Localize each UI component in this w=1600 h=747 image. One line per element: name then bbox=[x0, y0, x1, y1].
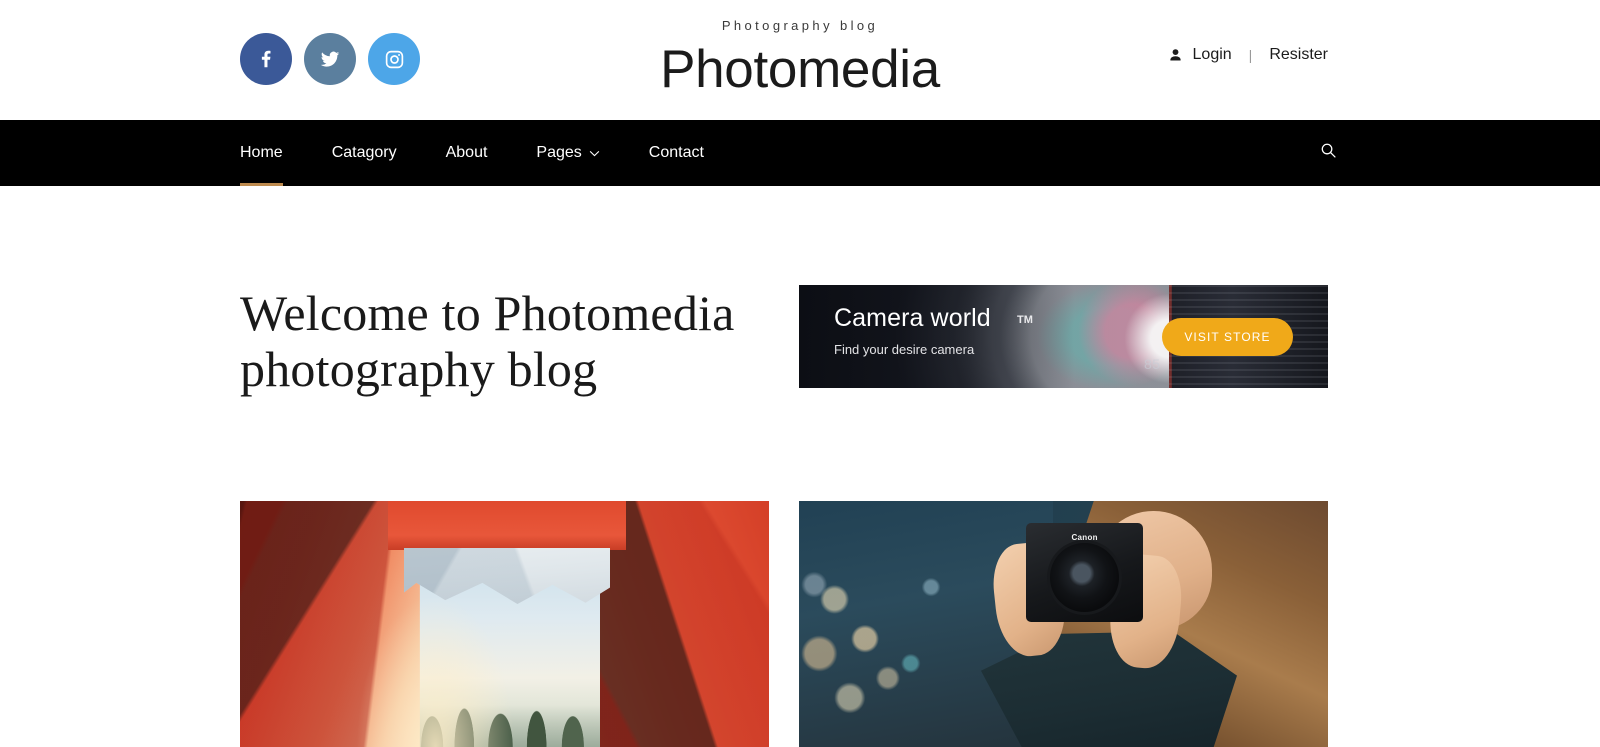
nav-item-list: Home Catagory About Pages Contact bbox=[240, 120, 753, 186]
search-icon bbox=[1320, 142, 1337, 164]
nav-item-catagory[interactable]: Catagory bbox=[332, 120, 397, 186]
main-navigation: Home Catagory About Pages Contact bbox=[0, 120, 1600, 186]
instagram-icon bbox=[384, 49, 405, 70]
nav-item-label: Home bbox=[240, 144, 283, 161]
photographer-camera-photo[interactable]: Canon bbox=[799, 501, 1328, 747]
ad-subtitle: Find your desire camera bbox=[834, 342, 975, 357]
hero-row: Welcome to Photomedia photography blog 8… bbox=[240, 285, 1328, 397]
social-links bbox=[240, 33, 420, 85]
tent-top-panel bbox=[388, 501, 627, 551]
nav-item-label: Contact bbox=[648, 144, 704, 161]
facebook-icon bbox=[255, 48, 277, 70]
nav-item-home[interactable]: Home bbox=[240, 120, 283, 186]
sun-glow bbox=[356, 594, 516, 747]
instagram-link[interactable] bbox=[368, 33, 420, 85]
nav-item-label: About bbox=[445, 144, 488, 161]
main-content: Welcome to Photomedia photography blog 8… bbox=[0, 186, 1600, 747]
nav-item-label: Pages bbox=[536, 144, 582, 161]
camera-world-ad-banner[interactable]: 85 Camera world Find your desire camera … bbox=[799, 285, 1328, 388]
site-tagline: Photography blog bbox=[721, 18, 879, 33]
chevron-down-icon bbox=[589, 150, 600, 157]
twitter-link[interactable] bbox=[304, 33, 356, 85]
site-title: Photomedia bbox=[660, 40, 940, 99]
nav-item-about[interactable]: About bbox=[446, 120, 488, 186]
visit-store-button[interactable]: VISIT STORE bbox=[1162, 317, 1293, 356]
login-link[interactable]: Login bbox=[1193, 46, 1232, 64]
twitter-icon bbox=[319, 48, 341, 70]
search-button[interactable] bbox=[1320, 120, 1337, 186]
trademark-symbol: TM bbox=[1017, 314, 1033, 326]
facebook-link[interactable] bbox=[240, 33, 292, 85]
lens-marking-label: 85 bbox=[1144, 356, 1161, 372]
camera-lens bbox=[1050, 542, 1120, 612]
site-header: Photography blog Photomedia Login | Resi… bbox=[0, 0, 1600, 120]
ad-text-block: Camera world Find your desire camera bbox=[834, 304, 991, 358]
camera-brand-label: Canon bbox=[1071, 533, 1098, 543]
tent-sunrise-photo[interactable] bbox=[240, 501, 769, 747]
register-link[interactable]: Resister bbox=[1269, 46, 1328, 64]
nav-item-pages[interactable]: Pages bbox=[536, 120, 600, 186]
nav-item-contact[interactable]: Contact bbox=[649, 120, 704, 186]
photo-cards-row: Canon bbox=[240, 501, 1328, 747]
ad-title: Camera world bbox=[834, 304, 991, 332]
nav-item-label: Catagory bbox=[331, 144, 397, 161]
account-separator: | bbox=[1248, 47, 1253, 63]
page-title: Welcome to Photomedia photography blog bbox=[240, 285, 735, 397]
account-links: Login | Resister bbox=[1167, 46, 1328, 64]
user-icon bbox=[1167, 47, 1184, 64]
